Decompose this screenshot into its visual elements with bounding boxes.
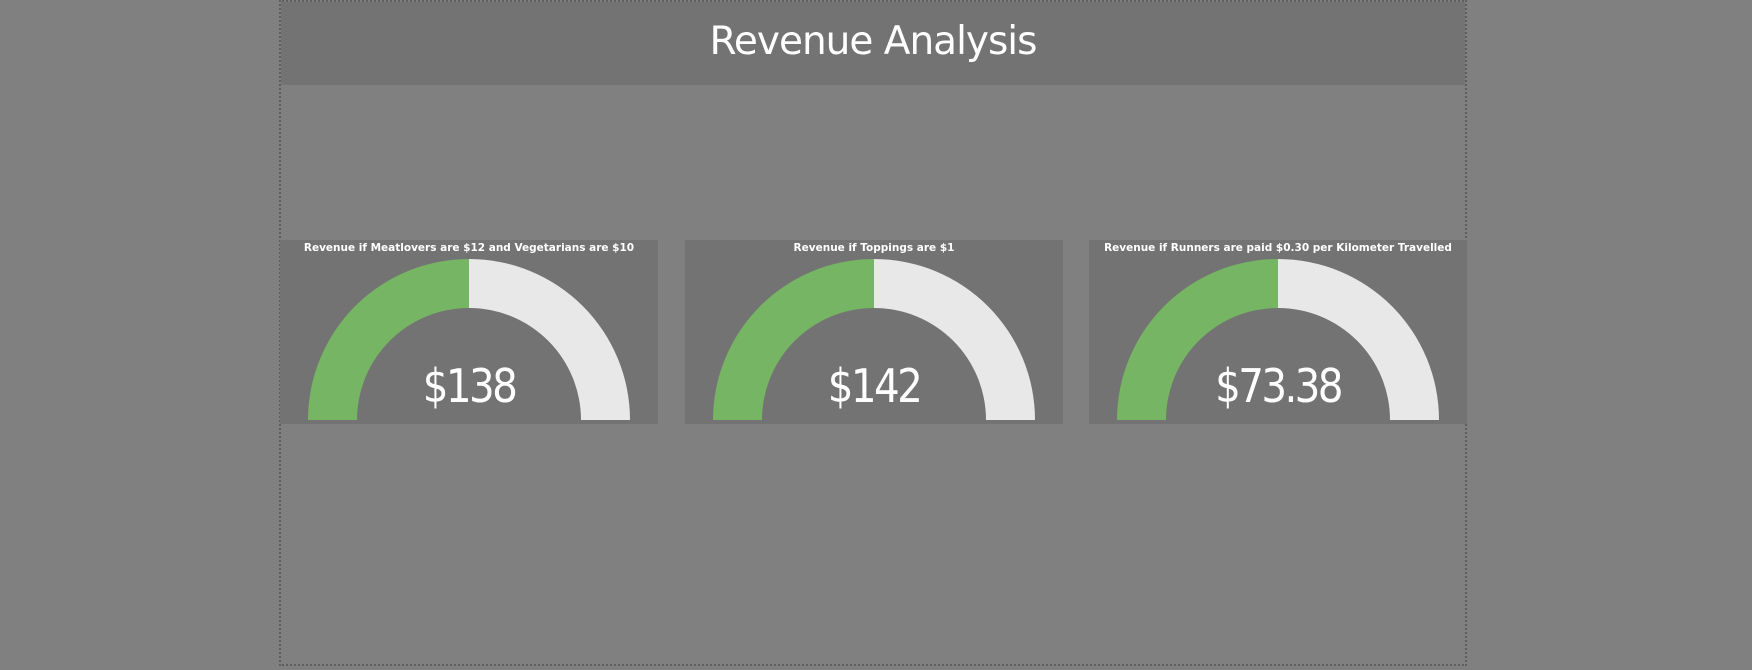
gauge-value: $138 — [422, 359, 518, 413]
gauge-value: $73.38 — [1215, 359, 1343, 413]
gauge-card-meatlovers-vegetarians[interactable]: Revenue if Meatlovers are $12 and Vegeta… — [280, 240, 658, 424]
title-banner: Revenue Analysis — [281, 2, 1465, 85]
gauge-card-toppings[interactable]: Revenue if Toppings are $1 $142 — [685, 240, 1063, 424]
page-title: Revenue Analysis — [709, 19, 1038, 64]
report-page: Revenue Analysis Revenue if Meatlovers a… — [279, 0, 1467, 666]
gauge-card-runners[interactable]: Revenue if Runners are paid $0.30 per Ki… — [1089, 240, 1467, 424]
gauge-value: $142 — [827, 359, 923, 413]
